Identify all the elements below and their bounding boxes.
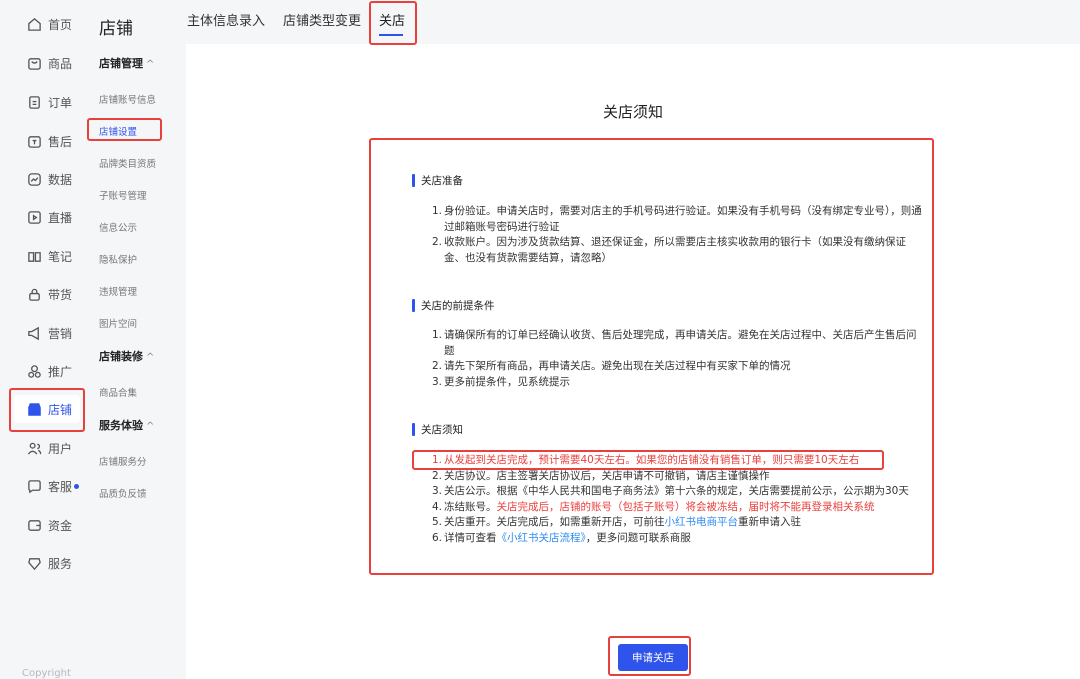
service-icon: [26, 555, 42, 571]
subnav-info-public[interactable]: 信息公示: [99, 220, 137, 234]
tab-close-store[interactable]: 关店: [379, 10, 405, 29]
page-title: 关店须知: [602, 103, 663, 121]
prep-list: 1. 身份验证。申请关店时，需要对店主的手机号码进行验证。如果没有手机号码（没有绑…: [432, 204, 922, 266]
after-sales-icon: [26, 133, 42, 149]
data-icon: [26, 171, 42, 187]
list-item: 2. 收款账户。因为涉及货款结算、退还保证金，所以需要店主核实收款用的银行卡（如果…: [432, 236, 906, 264]
nav-order-label: 订单: [48, 95, 73, 110]
subnav-subaccount[interactable]: 子账号管理: [99, 188, 147, 202]
store-icon: [26, 401, 42, 417]
list-item: 5. 关店重开。关店完成后，如需重新开店，可前往小红书电商平台重新申请入驻: [432, 516, 801, 528]
nav-data-label: 数据: [48, 172, 73, 187]
home-icon: [26, 16, 42, 32]
subnav-quality-feedback[interactable]: 品质负反馈: [99, 486, 147, 500]
nav-live[interactable]: 直播: [14, 203, 80, 231]
nav-order[interactable]: 订单: [14, 88, 80, 116]
list-item: 3. 更多前提条件，见系统提示: [432, 375, 570, 388]
nav-funds[interactable]: 资金: [14, 511, 80, 539]
nav-service-label: 服务: [48, 556, 73, 571]
subnav-brand-qualification[interactable]: 品牌类目资质: [99, 156, 156, 170]
nav-sell[interactable]: 带货: [14, 280, 80, 308]
list-item-duration: 1. 从发起到关店完成，预计需要40天左右。如果您的店铺没有销售订单，则只需要10…: [432, 454, 860, 466]
subnav-service-score[interactable]: 店铺服务分: [99, 454, 147, 468]
copyright-text: Copyright: [22, 668, 71, 679]
notes-icon: [26, 248, 42, 264]
nav-marketing[interactable]: 营销: [14, 319, 80, 347]
chevron-up-icon: ^: [146, 59, 155, 70]
unread-dot: [74, 483, 80, 489]
section-title-notice: 关店须知: [412, 422, 463, 437]
list-item: 6. 详情可查看《小红书关店流程》，更多问题可联系商服: [432, 531, 691, 544]
section-title-preconditions: 关店的前提条件: [412, 298, 495, 313]
main-sidebar: 首页 商品 订单 售后 数据 直播 笔记 带货 营销 推广 店铺 用户 客服 资…: [0, 0, 86, 679]
users-icon: [26, 440, 42, 456]
group-service-experience[interactable]: 服务体验 ^: [99, 417, 154, 433]
nav-customer-service-label: 客服: [48, 479, 73, 494]
close-process-link[interactable]: 《小红书关店流程》: [497, 532, 586, 544]
tab-bar: 主体信息录入 店铺类型变更 关店: [186, 0, 1080, 44]
nav-promote[interactable]: 推广: [14, 357, 80, 385]
nav-live-label: 直播: [48, 210, 73, 225]
subnav-title: 店铺: [99, 19, 133, 39]
main-content: 关店须知 关店准备 1. 身份验证。申请关店时，需要对店主的手机号码进行验证。如果…: [186, 44, 1080, 679]
nav-data[interactable]: 数据: [14, 165, 80, 193]
list-item: 1. 请确保所有的订单已经确认收货、售后处理完成，再申请关店。避免在关店过程中、关…: [432, 329, 917, 357]
megaphone-icon: [26, 325, 42, 341]
nav-home[interactable]: 首页: [14, 10, 80, 38]
store-subnav: 店铺 店铺管理 ^ 店铺账号信息 店铺设置 品牌类目资质 子账号管理 信息公示 隐…: [86, 0, 186, 679]
nav-promote-label: 推广: [48, 364, 73, 379]
product-icon: [26, 55, 42, 71]
order-icon: [26, 94, 42, 110]
notice-list: 1. 从发起到关店完成，预计需要40天左右。如果您的店铺没有销售订单，则只需要10…: [432, 453, 922, 546]
nav-store-label: 店铺: [48, 402, 73, 417]
section-marker: [412, 423, 415, 436]
nav-users-label: 用户: [48, 441, 73, 456]
list-item: 2. 关店协议。店主签署关店协议后，关店申请不可撤销，请店主谨慎操作: [432, 469, 770, 482]
live-icon: [26, 209, 42, 225]
nav-product-label: 商品: [48, 56, 73, 71]
wallet-icon: [26, 517, 42, 533]
subnav-image-space[interactable]: 图片空间: [99, 316, 137, 330]
chevron-up-icon: ^: [146, 421, 155, 432]
nav-funds-label: 资金: [48, 518, 73, 533]
freeze-warning: 关店完成后，店铺的账号（包括子账号）将会被冻结，届时将不能再登录相关系统: [496, 500, 875, 513]
nav-notes-label: 笔记: [48, 249, 73, 264]
nav-after-sales[interactable]: 售后: [14, 127, 80, 155]
list-item: 4. 冻结账号。关店完成后，店铺的账号（包括子账号）将会被冻结，届时将不能再登录相…: [432, 500, 875, 513]
nav-home-label: 首页: [48, 17, 73, 32]
list-item: 2. 请先下架所有商品，再申请关店。避免出现在关店过程中有买家下单的情况: [432, 360, 791, 372]
chevron-up-icon: ^: [146, 352, 155, 363]
nav-after-sales-label: 售后: [48, 134, 73, 149]
tab-store-type-change[interactable]: 店铺类型变更: [283, 10, 361, 29]
active-tab-indicator: [379, 34, 403, 36]
list-item: 3. 关店公示。根据《中华人民共和国电子商务法》第十六条的规定，关店需要提前公示，…: [432, 485, 909, 497]
subnav-store-settings[interactable]: 店铺设置: [99, 124, 137, 138]
section-marker: [412, 174, 415, 187]
nav-users[interactable]: 用户: [14, 434, 80, 462]
group-store-manage[interactable]: 店铺管理 ^: [99, 55, 154, 71]
promote-icon: [26, 363, 42, 379]
nav-service[interactable]: 服务: [14, 549, 80, 577]
group-store-decor[interactable]: 店铺装修 ^: [99, 348, 154, 364]
subnav-privacy[interactable]: 隐私保护: [99, 252, 137, 266]
nav-product[interactable]: 商品: [14, 49, 80, 77]
subnav-violations[interactable]: 违规管理: [99, 284, 137, 298]
section-marker: [412, 299, 415, 312]
nav-marketing-label: 营销: [48, 326, 73, 341]
platform-link[interactable]: 小红书电商平台: [665, 516, 739, 528]
lock-icon: [26, 286, 42, 302]
apply-close-store-button[interactable]: 申请关店: [618, 644, 688, 671]
nav-sell-label: 带货: [48, 287, 73, 302]
list-item: 1. 身份验证。申请关店时，需要对店主的手机号码进行验证。如果没有手机号码（没有绑…: [432, 205, 922, 233]
subnav-product-collection[interactable]: 商品合集: [99, 385, 137, 399]
nav-customer-service[interactable]: 客服: [14, 472, 80, 500]
tab-entity-info[interactable]: 主体信息录入: [187, 10, 265, 29]
nav-notes[interactable]: 笔记: [14, 242, 80, 270]
section-title-prep: 关店准备: [412, 173, 463, 188]
chat-icon: [26, 478, 42, 494]
preconditions-list: 1. 请确保所有的订单已经确认收货、售后处理完成，再申请关店。避免在关店过程中、关…: [432, 328, 922, 390]
subnav-account-info[interactable]: 店铺账号信息: [99, 92, 156, 106]
nav-store[interactable]: 店铺: [14, 395, 80, 423]
